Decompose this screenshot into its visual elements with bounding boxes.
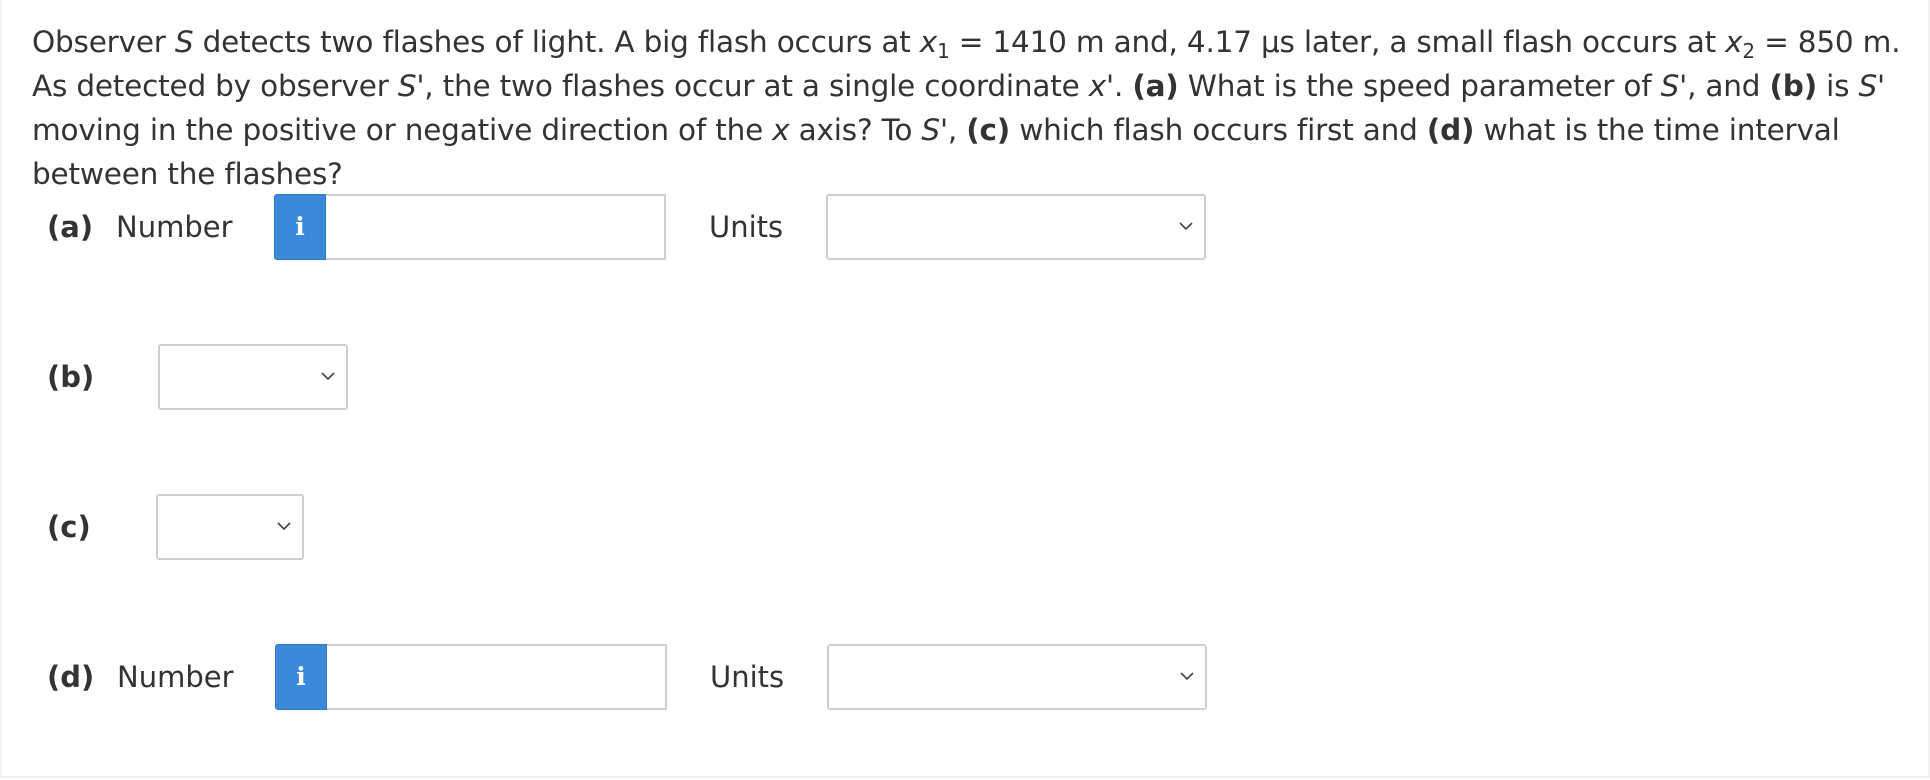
part-a-number-input[interactable] (326, 194, 666, 260)
part-a-units-label: Units (709, 210, 784, 244)
part-d-number-input[interactable] (327, 644, 667, 710)
part-d-info-icon[interactable]: i (275, 644, 327, 710)
chevron-down-icon (1180, 672, 1194, 681)
part-d-label: (d) (47, 660, 95, 694)
part-c-label: (c) (47, 510, 91, 544)
part-c-row: (c) (0, 494, 1930, 560)
part-b-direction-select[interactable] (158, 344, 348, 410)
part-a-info-icon[interactable]: i (274, 194, 326, 260)
part-d-row: (d) Number i Units (0, 644, 1930, 710)
part-d-units-label: Units (710, 660, 785, 694)
chevron-down-icon (1179, 222, 1193, 231)
part-b-label: (b) (47, 360, 95, 394)
part-c-flash-select[interactable] (156, 494, 304, 560)
part-a-row: (a) Number i Units (0, 194, 1930, 260)
part-a-label: (a) (47, 210, 94, 244)
part-a-number-label: Number (116, 210, 233, 244)
question-text: Observer S detects two flashes of light.… (32, 25, 1901, 191)
part-d-units-select[interactable] (827, 644, 1207, 710)
chevron-down-icon (321, 372, 335, 381)
part-b-row: (b) (0, 344, 1930, 410)
chevron-down-icon (277, 522, 291, 531)
part-a-units-select[interactable] (826, 194, 1206, 260)
part-d-number-label: Number (117, 660, 234, 694)
